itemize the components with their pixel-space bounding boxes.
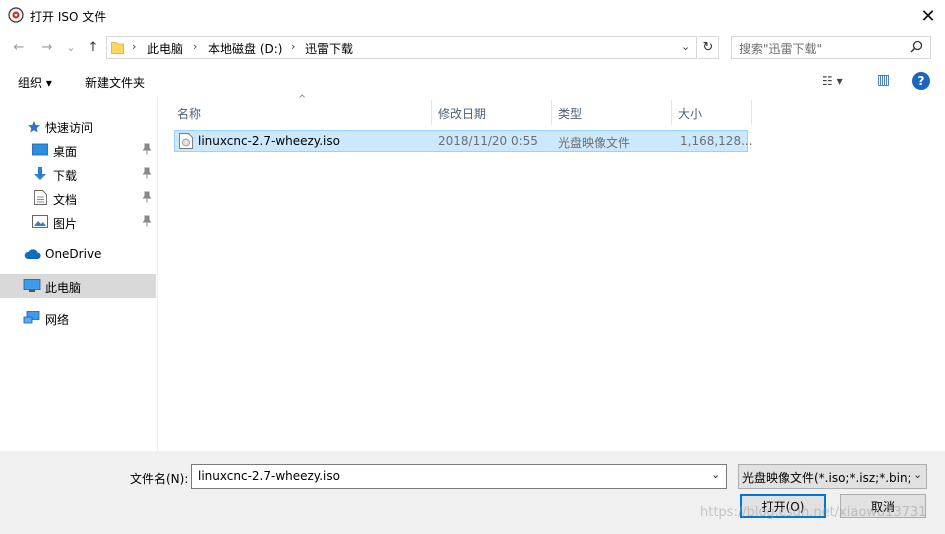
recent-locations-button[interactable]: ⌄ (62, 39, 80, 55)
file-size: 1,168,128... (680, 134, 753, 148)
column-header-size-label: 大小 (678, 107, 703, 121)
file-type-filter-value: 光盘映像文件(*.iso;*.isz;*.bin;* (742, 471, 910, 485)
new-folder-button[interactable]: 新建文件夹 (85, 74, 145, 91)
disc-app-icon (8, 7, 24, 23)
filename-dropdown-icon[interactable]: ⌄ (711, 468, 720, 481)
pin-icon (142, 143, 152, 158)
download-icon (32, 166, 48, 185)
iso-file-icon (179, 133, 193, 152)
sidebar-item-desktop[interactable]: 桌面 (53, 143, 77, 160)
forward-button[interactable]: → (38, 39, 56, 55)
view-options-button[interactable]: ☷ ▾ (822, 74, 843, 88)
organize-menu[interactable]: 组织 ▾ (18, 74, 52, 91)
picture-icon (32, 215, 48, 231)
watermark-text: https://blog.csdn.net/xiaowu13731 (700, 505, 927, 520)
network-icon (23, 311, 41, 328)
close-button[interactable]: ✕ (908, 3, 945, 29)
star-icon (27, 120, 41, 137)
breadcrumb-local-disk[interactable]: 本地磁盘 (D:) (208, 40, 282, 57)
breadcrumb-xunlei[interactable]: 迅雷下载 (305, 40, 353, 57)
column-header-type-label: 类型 (558, 107, 583, 121)
sidebar-item-quick-access[interactable]: 快速访问 (45, 119, 93, 136)
filename-label: 文件名(N): (130, 472, 189, 486)
refresh-button[interactable]: ↻ (698, 36, 719, 59)
pin-icon (142, 215, 152, 230)
pin-icon (142, 167, 152, 182)
computer-icon (23, 279, 41, 296)
file-type: 光盘映像文件 (558, 136, 631, 150)
breadcrumb-separator: › (193, 40, 198, 53)
onedrive-icon (24, 248, 42, 263)
address-dropdown-icon[interactable]: ⌄ (681, 40, 690, 53)
sidebar-item-downloads[interactable]: 下载 (53, 167, 77, 184)
filter-dropdown-icon[interactable]: ⌄ (913, 468, 922, 481)
preview-pane-button[interactable]: ▥ (877, 72, 890, 88)
column-header-date-label: 修改日期 (438, 107, 487, 121)
window-title: 打开 ISO 文件 (30, 10, 107, 24)
help-button[interactable]: ? (912, 72, 930, 90)
desktop-icon (32, 143, 48, 160)
column-header-name[interactable] (170, 100, 432, 125)
search-placeholder: 搜索"迅雷下载" (739, 42, 823, 56)
breadcrumb-this-pc[interactable]: 此电脑 (147, 40, 183, 57)
search-icon (910, 40, 923, 56)
pin-icon (142, 191, 152, 206)
column-header-name-label: 名称 (177, 107, 202, 121)
sidebar-item-pictures[interactable]: 图片 (53, 215, 77, 232)
up-button[interactable]: ↑ (84, 39, 102, 55)
breadcrumb-separator: › (291, 40, 296, 53)
title-bar (0, 0, 945, 31)
file-name: linuxcnc-2.7-wheezy.iso (198, 134, 340, 148)
sidebar-item-documents[interactable]: 文档 (53, 191, 77, 208)
sidebar-item-onedrive[interactable]: OneDrive (45, 247, 101, 261)
sidebar-item-network[interactable]: 网络 (45, 311, 69, 328)
back-button[interactable]: ← (10, 39, 28, 55)
folder-icon (111, 40, 124, 54)
sidebar-item-this-pc-label: 此电脑 (45, 281, 82, 295)
breadcrumb-separator: › (132, 40, 137, 53)
file-date: 2018/11/20 0:55 (438, 134, 538, 148)
document-icon (34, 190, 47, 208)
filename-value: linuxcnc-2.7-wheezy.iso (198, 469, 340, 483)
